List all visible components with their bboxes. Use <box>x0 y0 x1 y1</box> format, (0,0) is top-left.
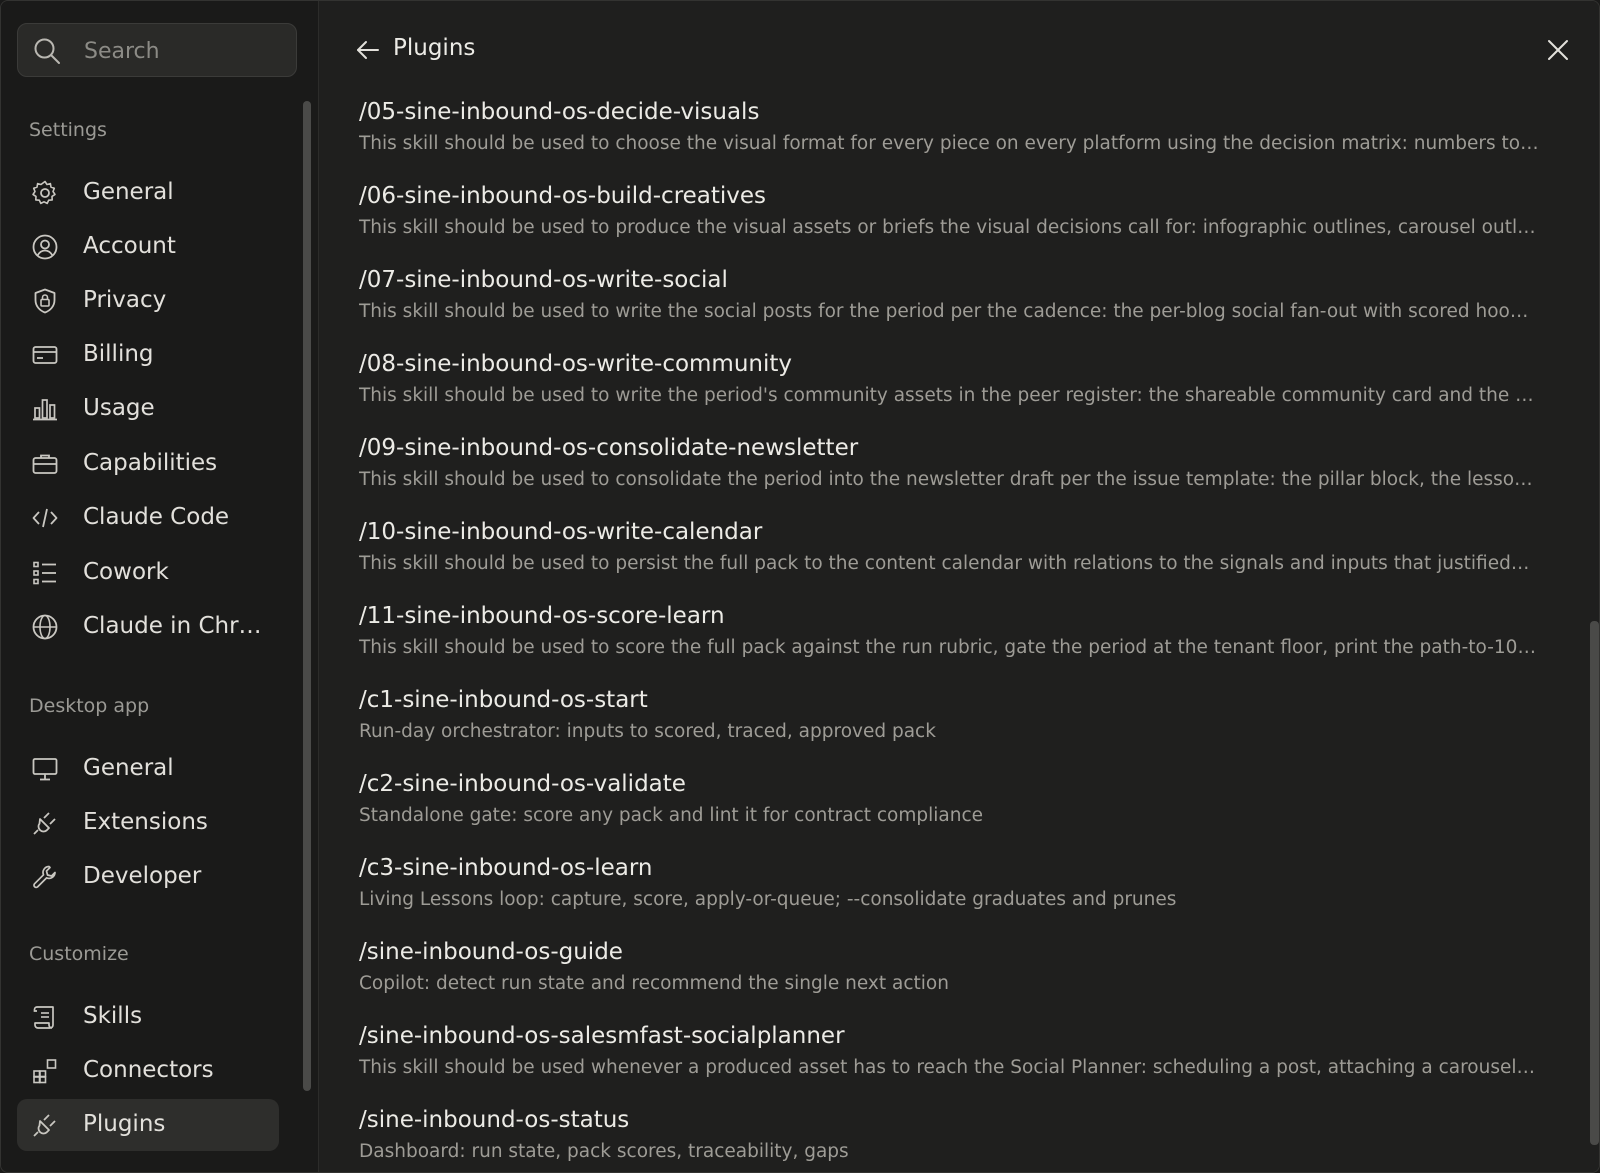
sidebar-item-label: Skills <box>83 1003 143 1029</box>
sidebar-item-label: Capabilities <box>83 450 218 476</box>
plugin-name: /sine-inbound-os-status <box>359 1107 630 1133</box>
plugin-description: Run-day orchestrator: inputs to scored, … <box>359 721 936 742</box>
plugin-name: /c3-sine-inbound-os-learn <box>359 855 653 881</box>
sidebar-item-label: Privacy <box>83 287 167 313</box>
list-item[interactable]: /sine-inbound-os-guide Copilot: detect r… <box>359 933 1539 1013</box>
main-panel: Plugins /05-sine-inbound-os-decide-visua… <box>319 1 1599 1172</box>
section-label-customize: Customize <box>29 943 129 965</box>
list-item[interactable]: /c1-sine-inbound-os-start Run-day orches… <box>359 681 1539 761</box>
sidebar-item-label: Claude in Chr… <box>83 613 262 639</box>
plugin-name: /11-sine-inbound-os-score-learn <box>359 603 725 629</box>
sidebar-item-label: Extensions <box>83 809 208 835</box>
sidebar-scrollbar[interactable] <box>303 101 311 1091</box>
plug-icon <box>31 1111 59 1139</box>
plugin-description: This skill should be used to write the p… <box>359 385 1534 406</box>
main-scrollbar[interactable] <box>1590 621 1599 1145</box>
sidebar-item-desktop-general[interactable]: General <box>17 743 279 795</box>
section-label-settings: Settings <box>29 119 107 141</box>
section-label-desktop-app: Desktop app <box>29 695 150 717</box>
plugin-description: Dashboard: run state, pack scores, trace… <box>359 1141 849 1162</box>
search-box[interactable] <box>17 23 297 77</box>
plugin-name: /06-sine-inbound-os-build-creatives <box>359 183 767 209</box>
card-icon <box>31 341 59 369</box>
monitor-icon <box>31 755 59 783</box>
plugin-description: This skill should be used to write the s… <box>359 301 1529 322</box>
shield-lock-icon <box>31 287 59 315</box>
close-icon[interactable] <box>1545 37 1571 63</box>
sidebar-item-label: Plugins <box>83 1111 166 1137</box>
list-item[interactable]: /07-sine-inbound-os-write-social This sk… <box>359 261 1539 341</box>
user-circle-icon <box>31 233 59 261</box>
sidebar-item-general[interactable]: General <box>17 167 279 219</box>
sidebar-item-label: Billing <box>83 341 154 367</box>
code-icon <box>31 504 59 532</box>
plugin-description: This skill should be used to produce the… <box>359 217 1536 238</box>
plugin-name: /sine-inbound-os-salesmfast-socialplanne… <box>359 1023 845 1049</box>
plugin-description: This skill should be used whenever a pro… <box>359 1057 1539 1078</box>
list-item[interactable]: /10-sine-inbound-os-write-calendar This … <box>359 513 1539 593</box>
sidebar-item-billing[interactable]: Billing <box>17 329 279 381</box>
sidebar-item-label: General <box>83 179 174 205</box>
plugin-description: Copilot: detect run state and recommend … <box>359 973 949 994</box>
sidebar-item-label: Usage <box>83 395 155 421</box>
blocks-icon <box>31 1057 59 1085</box>
sidebar-item-plugins[interactable]: Plugins <box>17 1099 279 1151</box>
sidebar-item-cowork[interactable]: Cowork <box>17 547 279 599</box>
search-input[interactable] <box>84 34 284 68</box>
plug-icon <box>31 809 59 837</box>
sidebar-item-label: Account <box>83 233 176 259</box>
sidebar-item-account[interactable]: Account <box>17 221 279 273</box>
bar-chart-icon <box>31 395 59 423</box>
page-title: Plugins <box>393 35 476 61</box>
sidebar-item-developer[interactable]: Developer <box>17 851 279 903</box>
plugin-description: This skill should be used to choose the … <box>359 133 1539 154</box>
scroll-icon <box>31 1003 59 1031</box>
plugin-description: Living Lessons loop: capture, score, app… <box>359 889 1177 910</box>
list-item[interactable]: /06-sine-inbound-os-build-creatives This… <box>359 177 1539 257</box>
list-item[interactable]: /11-sine-inbound-os-score-learn This ski… <box>359 597 1539 677</box>
plugin-description: Standalone gate: score any pack and lint… <box>359 805 984 826</box>
plugin-description: This skill should be used to persist the… <box>359 553 1530 574</box>
plugin-name: /09-sine-inbound-os-consolidate-newslett… <box>359 435 859 461</box>
sidebar-item-label: Connectors <box>83 1057 214 1083</box>
settings-window: Settings General Account Privacy Billing <box>0 0 1600 1173</box>
sidebar-item-usage[interactable]: Usage <box>17 383 279 435</box>
wrench-icon <box>31 863 59 891</box>
list-item[interactable]: /08-sine-inbound-os-write-community This… <box>359 345 1539 425</box>
plugin-name: /c2-sine-inbound-os-validate <box>359 771 686 797</box>
sidebar-item-label: General <box>83 755 174 781</box>
search-icon <box>32 36 62 66</box>
list-item[interactable]: /sine-inbound-os-salesmfast-socialplanne… <box>359 1017 1539 1097</box>
plugin-name: /08-sine-inbound-os-write-community <box>359 351 793 377</box>
plugin-description: This skill should be used to score the f… <box>359 637 1539 658</box>
sidebar-item-connectors[interactable]: Connectors <box>17 1045 279 1097</box>
list-item[interactable]: /c2-sine-inbound-os-validate Standalone … <box>359 765 1539 845</box>
back-arrow-icon[interactable] <box>355 37 381 63</box>
briefcase-icon <box>31 450 59 478</box>
list-item[interactable]: /09-sine-inbound-os-consolidate-newslett… <box>359 429 1539 509</box>
globe-icon <box>31 613 59 641</box>
sidebar-item-claude-in-chrome[interactable]: Claude in Chr… <box>17 601 279 653</box>
sidebar-item-skills[interactable]: Skills <box>17 991 279 1043</box>
list-item[interactable]: /c3-sine-inbound-os-learn Living Lessons… <box>359 849 1539 929</box>
plugin-name: /10-sine-inbound-os-write-calendar <box>359 519 763 545</box>
sidebar-item-claude-code[interactable]: Claude Code <box>17 492 279 544</box>
sidebar-item-privacy[interactable]: Privacy <box>17 275 279 327</box>
plugin-name: /07-sine-inbound-os-write-social <box>359 267 728 293</box>
list-item[interactable]: /05-sine-inbound-os-decide-visuals This … <box>359 93 1539 173</box>
sidebar-item-label: Developer <box>83 863 202 889</box>
sidebar-item-extensions[interactable]: Extensions <box>17 797 279 849</box>
sidebar-item-capabilities[interactable]: Capabilities <box>17 438 279 490</box>
plugin-name: /c1-sine-inbound-os-start <box>359 687 648 713</box>
list-item[interactable]: /sine-inbound-os-status Dashboard: run s… <box>359 1101 1539 1172</box>
sidebar-item-label: Claude Code <box>83 504 230 530</box>
sidebar: Settings General Account Privacy Billing <box>1 1 319 1172</box>
plugin-name: /05-sine-inbound-os-decide-visuals <box>359 99 760 125</box>
plugin-name: /sine-inbound-os-guide <box>359 939 623 965</box>
plugin-description: This skill should be used to consolidate… <box>359 469 1533 490</box>
list-icon <box>31 559 59 587</box>
sidebar-item-label: Cowork <box>83 559 169 585</box>
gear-icon <box>31 179 59 207</box>
